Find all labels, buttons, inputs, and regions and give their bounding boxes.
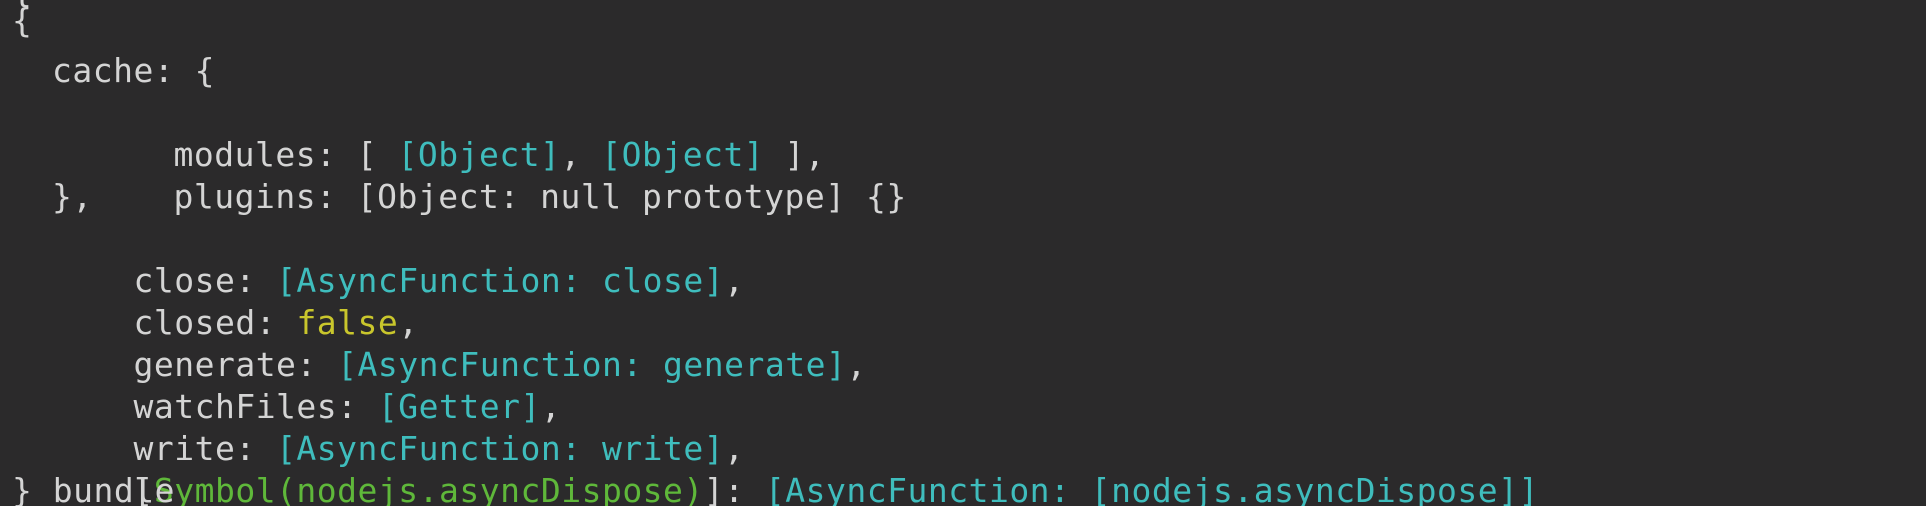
plugins-value: [Object: null prototype] {} <box>356 177 907 216</box>
generate-comma: , <box>846 345 867 384</box>
object-open-brace: { <box>12 1 33 40</box>
closed-line: closed: false, <box>12 260 419 342</box>
generate-line: generate: [AsyncFunction: generate], <box>12 302 867 384</box>
symbol-function-value: [AsyncFunction: [nodejs.asyncDispose]] <box>764 471 1539 506</box>
terminal-output[interactable]: { { cache: { modules: [ [Object], [Objec… <box>0 0 1926 506</box>
watchfiles-line: watchFiles: [Getter], <box>12 344 561 426</box>
cache-close-line: }, <box>52 177 93 216</box>
modules-line: modules: [ [Object], [Object] ], <box>12 92 825 174</box>
symbol-dispose-line: [Symbol(nodejs.asyncDispose)]: [AsyncFun… <box>12 428 1539 506</box>
close-line: close: [AsyncFunction: close], <box>12 218 745 300</box>
plugins-key: plugins: <box>173 177 357 216</box>
write-line: write: [AsyncFunction: write], <box>12 386 745 468</box>
object-close-brace: } bundle <box>12 471 175 506</box>
symbol-value: Symbol(nodejs.asyncDispose) <box>153 471 704 506</box>
close-comma: , <box>724 261 745 300</box>
cache-line: cache: { <box>52 51 215 90</box>
symbol-close-bracket: ]: <box>703 471 765 506</box>
plugins-line: plugins: [Object: null prototype] {} <box>12 134 907 216</box>
